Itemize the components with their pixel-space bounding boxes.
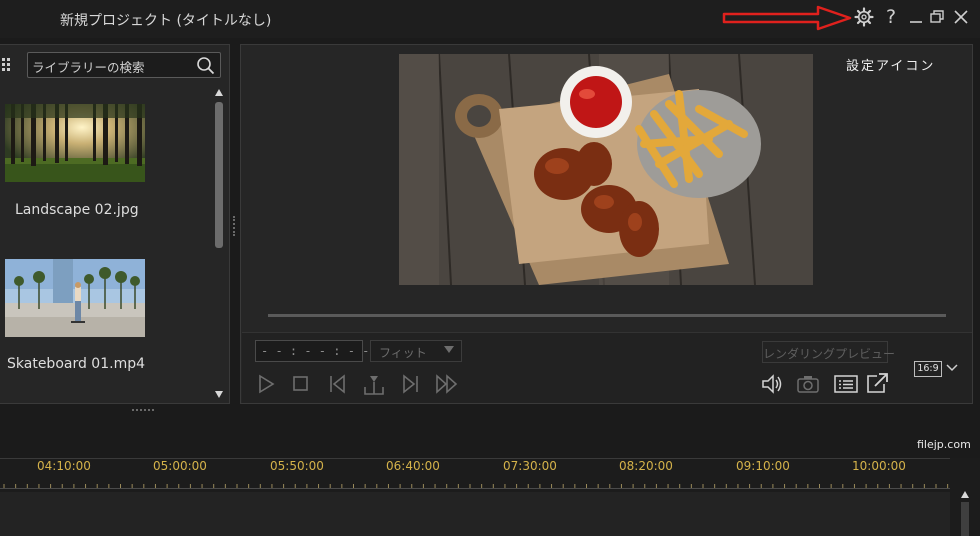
subtitles-list-icon[interactable] (834, 374, 858, 394)
volume-icon[interactable] (761, 374, 783, 394)
timecode-field[interactable]: - - : - - : - - : - - (255, 340, 413, 362)
minimize-icon (910, 21, 922, 23)
preview-image (399, 54, 813, 285)
library-search-placeholder: ライブラリーの検索 (32, 60, 145, 75)
timeline-tick-label: 09:10:00 (736, 459, 790, 473)
stop-icon[interactable] (292, 375, 310, 393)
timeline-tick-label: 07:30:00 (503, 459, 557, 473)
restore-button[interactable] (926, 6, 948, 28)
forest-thumbnail-image (5, 104, 145, 182)
library-item-thumbnail[interactable] (5, 259, 145, 337)
search-icon[interactable] (196, 56, 215, 75)
library-resize-handle[interactable] (132, 409, 154, 413)
annotation-arrow-icon (722, 5, 852, 31)
help-icon: ? (885, 6, 897, 28)
timeline-tick-label: 06:40:00 (386, 459, 440, 473)
library-scrollbar-thumb[interactable] (215, 102, 223, 248)
aspect-ratio-button[interactable]: 16:9 (914, 361, 942, 377)
undock-preview-icon[interactable] (866, 372, 890, 394)
timeline-ruler-baseline (0, 488, 950, 489)
timeline-track-area[interactable] (0, 492, 950, 536)
timeline-tick-label: 10:00:00 (852, 459, 906, 473)
fast-forward-icon[interactable] (434, 374, 460, 394)
library-item-name: Landscape 02.jpg (15, 202, 139, 218)
chevron-down-icon (444, 346, 454, 353)
previous-frame-icon[interactable] (328, 374, 348, 394)
snapshot-camera-icon[interactable] (797, 375, 819, 393)
timeline-tick-label: 08:20:00 (619, 459, 673, 473)
split-clip-icon[interactable] (363, 374, 385, 396)
next-frame-icon[interactable] (400, 374, 420, 394)
fit-select-label: フィット (379, 346, 427, 360)
window-title: 新規プロジェクト (タイトルなし) (60, 13, 272, 29)
settings-icon-annotation-label: 設定アイコン (846, 59, 936, 74)
timeline-ruler-border (0, 458, 950, 459)
restore-icon (930, 10, 944, 23)
food-preview-image (399, 54, 813, 285)
skateboard-thumbnail-image (5, 259, 145, 337)
close-button[interactable] (950, 6, 972, 28)
timeline-scrollbar[interactable] (955, 488, 975, 536)
timeline-tick-label: 04:10:00 (37, 459, 91, 473)
timeline-tick-label: 05:50:00 (270, 459, 324, 473)
panel-splitter-handle[interactable] (233, 216, 238, 236)
library-search-field[interactable]: ライブラリーの検索 (27, 52, 221, 78)
watermark-text: filejp.com (917, 438, 971, 451)
library-item-name: Skateboard 01.mp4 (7, 356, 146, 372)
aspect-chevron-down-icon[interactable] (946, 363, 958, 373)
preview-scrub-bar[interactable] (268, 314, 946, 317)
help-button[interactable]: ? (880, 6, 902, 28)
timeline-tick-label: 05:00:00 (153, 459, 207, 473)
minimize-button[interactable] (905, 6, 927, 28)
media-library-panel (0, 44, 230, 404)
close-icon (954, 10, 968, 24)
library-item-thumbnail[interactable] (5, 104, 145, 182)
zoom-fit-select[interactable]: フィット (370, 340, 462, 362)
render-preview-button[interactable]: レンダリングプレビュー (762, 341, 895, 363)
gear-icon (854, 7, 874, 27)
settings-button[interactable] (853, 6, 875, 28)
play-icon[interactable] (256, 374, 276, 394)
library-menu-icon[interactable] (0, 56, 16, 74)
